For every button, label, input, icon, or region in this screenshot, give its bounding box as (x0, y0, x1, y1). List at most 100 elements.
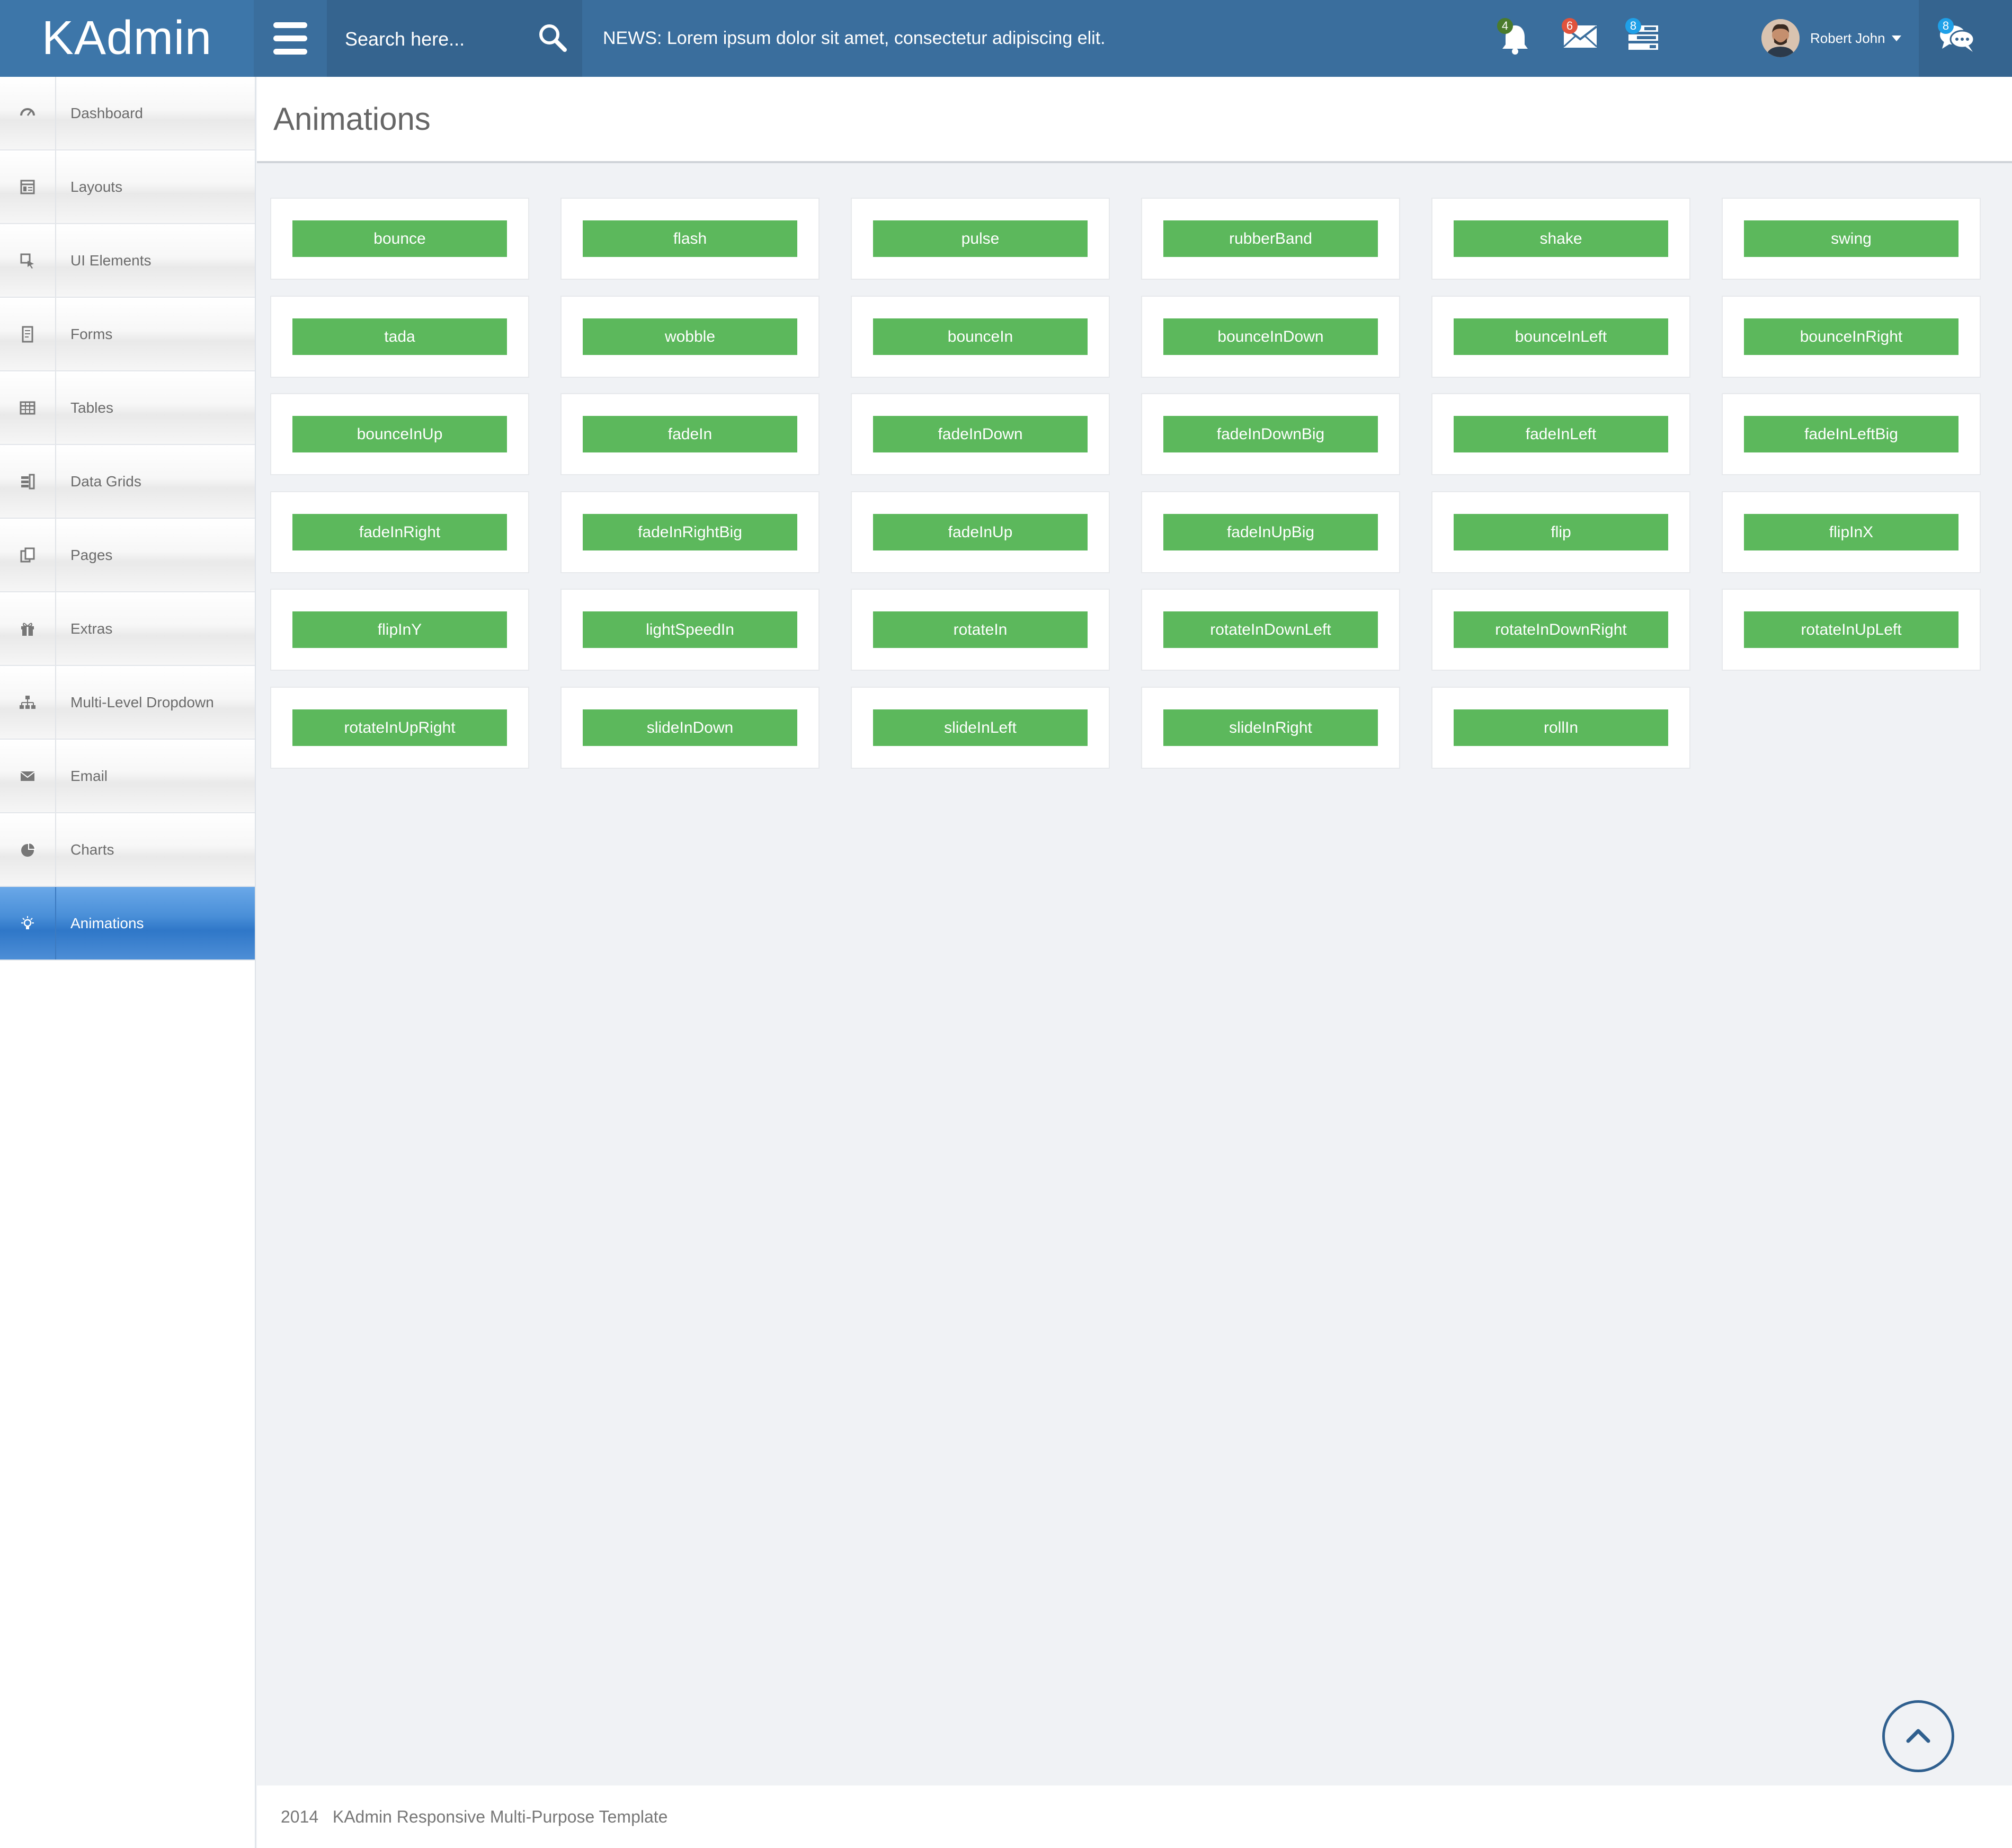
animation-button-flip[interactable]: flip (1454, 513, 1668, 550)
sidebar-item-layouts[interactable]: Layouts (0, 150, 255, 224)
animation-card: pulse (851, 198, 1110, 280)
animation-button-rotateindownright[interactable]: rotateInDownRight (1454, 611, 1668, 648)
animation-button-fadeinleftbig[interactable]: fadeInLeftBig (1744, 416, 1958, 453)
animation-card: fadeInDown (851, 393, 1110, 476)
animation-card: fadeInLeftBig (1722, 393, 1981, 476)
animation-button-bounceindown[interactable]: bounceInDown (1163, 318, 1378, 355)
animation-button-bounceinup[interactable]: bounceInUp (292, 416, 507, 453)
animation-button-swing[interactable]: swing (1744, 220, 1958, 257)
sidebar-item-forms[interactable]: Forms (0, 298, 255, 371)
animation-card: bounceIn (851, 295, 1110, 378)
animation-card: wobble (560, 295, 820, 378)
email-icon (20, 771, 35, 781)
notifications-button[interactable]: 4 (1493, 16, 1537, 60)
animation-button-fadeinup[interactable]: fadeInUp (873, 513, 1088, 550)
animation-button-fadeinrightbig[interactable]: fadeInRightBig (583, 513, 797, 550)
search-input[interactable] (344, 20, 526, 58)
animation-button-fadein[interactable]: fadeIn (583, 416, 797, 453)
search-icon[interactable] (536, 21, 570, 55)
chat-button[interactable]: 8 (1934, 16, 1978, 60)
animation-button-rollin[interactable]: rollIn (1454, 709, 1668, 746)
menu-toggle-button[interactable] (254, 0, 327, 77)
animation-card: fadeInUpBig (1141, 491, 1400, 573)
search-box (327, 0, 582, 77)
sidebar-item-tables[interactable]: Tables (0, 371, 255, 445)
page-header: Animations (257, 77, 2012, 163)
animation-card: rotateInDownRight (1431, 589, 1690, 671)
animation-button-rotateinupleft[interactable]: rotateInUpLeft (1744, 611, 1958, 648)
animation-button-flash[interactable]: flash (583, 220, 797, 257)
animation-button-pulse[interactable]: pulse (873, 220, 1088, 257)
animation-button-fadeinleft[interactable]: fadeInLeft (1454, 416, 1668, 453)
animation-button-bounceinright[interactable]: bounceInRight (1744, 318, 1958, 355)
animation-button-fadeinupbig[interactable]: fadeInUpBig (1163, 513, 1378, 550)
animation-button-flipinx[interactable]: flipInX (1744, 513, 1958, 550)
sidebar-item-charts[interactable]: Charts (0, 813, 255, 887)
animation-button-flipiny[interactable]: flipInY (292, 611, 507, 648)
sidebar-item-data-grids[interactable]: Data Grids (0, 445, 255, 519)
footer: 2014 KAdmin Responsive Multi-Purpose Tem… (257, 1785, 2012, 1848)
animation-card: flipInY (270, 589, 529, 671)
animation-button-rubberband[interactable]: rubberBand (1163, 220, 1378, 257)
tables-icon (20, 401, 35, 414)
animation-card: bounceInLeft (1431, 295, 1690, 378)
tasks-button[interactable]: 8 (1621, 16, 1666, 60)
animation-card: rotateInUpLeft (1722, 589, 1981, 671)
messages-button[interactable]: 6 (1557, 16, 1602, 60)
animation-button-fadeindownbig[interactable]: fadeInDownBig (1163, 416, 1378, 453)
sidebar-item-label: Email (70, 768, 108, 784)
animation-button-fadeindown[interactable]: fadeInDown (873, 416, 1088, 453)
animation-card: tada (270, 295, 529, 378)
top-navbar: KAdmin NEWS: Lorem ipsum dolor sit amet,… (0, 0, 2012, 77)
sidebar-item-ui-elements[interactable]: UI Elements (0, 224, 255, 298)
chat-panel: 8 (1919, 0, 2012, 77)
animation-button-tada[interactable]: tada (292, 318, 507, 355)
sidebar-item-pages[interactable]: Pages (0, 519, 255, 592)
page-title: Animations (273, 101, 431, 137)
animation-button-wobble[interactable]: wobble (583, 318, 797, 355)
animation-card: flash (560, 198, 820, 280)
animation-button-slideinleft[interactable]: slideInLeft (873, 709, 1088, 746)
user-menu[interactable]: Robert John (1761, 16, 1901, 60)
animation-button-shake[interactable]: shake (1454, 220, 1668, 257)
animation-card: fadeInRight (270, 491, 529, 573)
sidebar-item-label: Charts (70, 841, 114, 858)
animation-card: lightSpeedIn (560, 589, 820, 671)
sitemap-icon (20, 695, 35, 709)
sidebar-item-multi-level-dropdown[interactable]: Multi-Level Dropdown (0, 666, 255, 740)
chevron-up-icon (1906, 1729, 1930, 1743)
animation-button-rotatein[interactable]: rotateIn (873, 611, 1088, 648)
scroll-to-top-button[interactable] (1882, 1700, 1954, 1772)
hamburger-icon (273, 22, 307, 28)
animation-button-rotateinupright[interactable]: rotateInUpRight (292, 709, 507, 746)
animation-button-lightspeedin[interactable]: lightSpeedIn (583, 611, 797, 648)
animation-button-bounce[interactable]: bounce (292, 220, 507, 257)
sidebar-item-label: Extras (70, 620, 113, 637)
animation-card: rotateInDownLeft (1141, 589, 1400, 671)
data-grids-icon (21, 474, 35, 489)
sidebar: Dashboard Layouts UI Elements Forms Tables Da… (0, 77, 256, 1848)
layouts-icon (20, 180, 35, 194)
sidebar-item-dashboard[interactable]: Dashboard (0, 77, 255, 150)
animation-button-slideinright[interactable]: slideInRight (1163, 709, 1378, 746)
sidebar-item-label: Multi-Level Dropdown (70, 694, 214, 710)
forms-icon (22, 326, 33, 342)
news-ticker[interactable]: NEWS: Lorem ipsum dolor sit amet, consec… (603, 0, 1106, 77)
animation-card: slideInRight (1141, 687, 1400, 769)
animation-button-bouncein[interactable]: bounceIn (873, 318, 1088, 355)
animation-button-bounceinleft[interactable]: bounceInLeft (1454, 318, 1668, 355)
animation-button-slideindown[interactable]: slideInDown (583, 709, 797, 746)
animation-card: fadeInRightBig (560, 491, 820, 573)
brand-logo[interactable]: KAdmin (0, 0, 254, 77)
animation-button-fadeinright[interactable]: fadeInRight (292, 513, 507, 550)
sidebar-item-label: Layouts (70, 179, 123, 195)
gift-icon (21, 623, 34, 636)
sidebar-item-email[interactable]: Email (0, 740, 255, 813)
dashboard-icon (20, 108, 35, 116)
sidebar-item-animations[interactable]: Animations (0, 887, 255, 961)
task-count-badge: 8 (1625, 18, 1641, 34)
animation-card: bounce (270, 198, 529, 280)
animation-button-rotateindownleft[interactable]: rotateInDownLeft (1163, 611, 1378, 648)
sidebar-item-label: Tables (70, 399, 113, 416)
sidebar-item-extras[interactable]: Extras (0, 592, 255, 666)
